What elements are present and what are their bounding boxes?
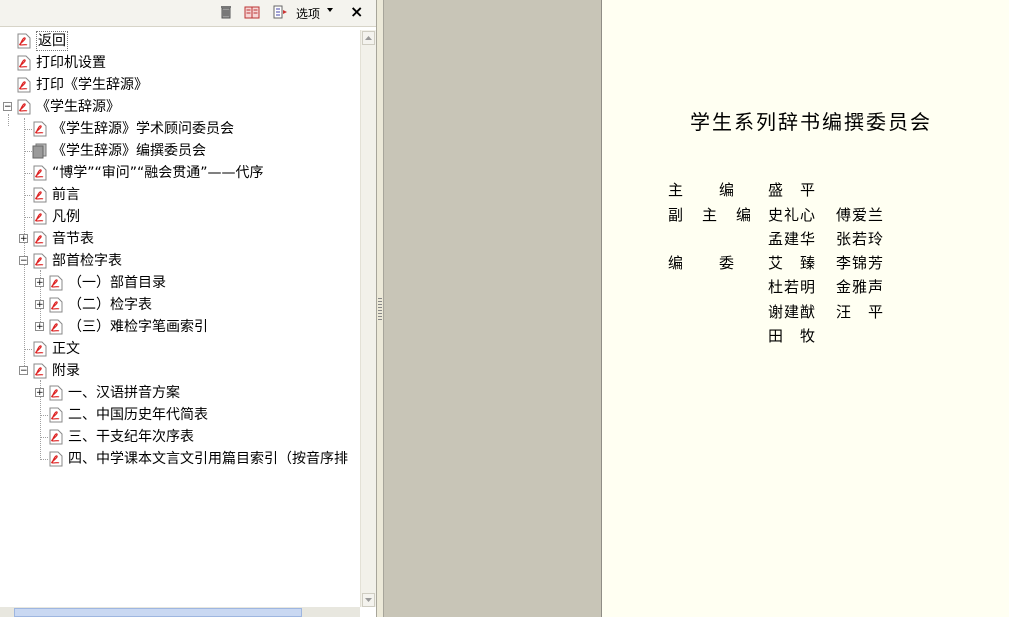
- name-editor-7: 田 牧: [768, 327, 817, 345]
- pdf-bookmark-icon: [16, 55, 32, 71]
- page-title: 学生系列辞书编撰委员会: [690, 110, 932, 134]
- bookmark-label: （一）部首目录: [68, 275, 166, 291]
- panel-splitter[interactable]: [376, 0, 384, 617]
- bookmark-tree: 返回 打印机设置 打印《学生辞源》 − 《学生辞源》 《学生辞源》学术顾问委员会…: [0, 30, 360, 610]
- bookmark-label: 正文: [52, 341, 80, 357]
- pdf-bookmark-icon: [32, 253, 48, 269]
- name-editor-3: 杜若明: [768, 278, 817, 296]
- horizontal-scroll-thumb[interactable]: [14, 608, 302, 617]
- pdf-bookmark-icon: [32, 121, 48, 137]
- vertical-scrollbar[interactable]: [360, 30, 376, 607]
- document-page: 学生系列辞书编撰委员会 主 编 盛 平 副 主 编 史礼心 傅爱兰 孟建华 张若…: [601, 0, 1009, 617]
- role-deputy-editor: 副 主 编: [668, 206, 754, 224]
- splitter-grip[interactable]: [378, 298, 382, 322]
- expand-toggle[interactable]: +: [35, 322, 44, 332]
- pdf-bookmark-icon: [32, 165, 48, 181]
- pdf-bookmark-icon: [16, 77, 32, 93]
- pdf-bookmark-icon: [16, 33, 32, 49]
- expand-toggle[interactable]: +: [35, 300, 44, 310]
- pdf-bookmark-icon: [16, 99, 32, 115]
- name-editor-4: 金雅声: [836, 278, 885, 296]
- bookmark-label: 打印机设置: [36, 55, 106, 71]
- pdf-bookmark-icon: [48, 451, 64, 467]
- pdf-bookmark-icon: [32, 209, 48, 225]
- pdf-bookmark-icon: [32, 187, 48, 203]
- pdf-bookmark-icon: [32, 231, 48, 247]
- expand-toggle[interactable]: +: [35, 388, 44, 398]
- role-editorial-board: 编 委: [668, 254, 737, 272]
- pdf-bookmark-icon: [48, 429, 64, 445]
- horizontal-scrollbar[interactable]: [0, 607, 360, 617]
- bookmark-label: 四、中学课本文言文引用篇目索引（按音序排: [68, 451, 348, 467]
- options-menu-button[interactable]: 选项: [296, 5, 320, 22]
- bookmark-label: “博学”“审问”“融会贯通”——代序: [52, 165, 264, 181]
- bookmark-label: 返回: [36, 31, 68, 51]
- role-chief-editor: 主 编: [668, 181, 737, 199]
- scroll-down-button[interactable]: [362, 593, 375, 607]
- trash-icon[interactable]: [218, 4, 234, 20]
- name-deputy-4: 张若玲: [836, 230, 885, 248]
- bookmark-label: 附录: [52, 363, 80, 379]
- pdf-bookmark-icon: [32, 363, 48, 379]
- expand-toggle[interactable]: +: [35, 278, 44, 288]
- scroll-up-button[interactable]: [362, 31, 375, 45]
- bookmark-label: （二）检字表: [68, 297, 152, 313]
- bookmarks-toolbar: 选项 ×: [0, 0, 376, 27]
- name-editor-6: 汪 平: [836, 303, 885, 321]
- bookmark-label: 三、干支纪年次序表: [68, 429, 194, 445]
- collapse-toggle[interactable]: −: [19, 256, 28, 266]
- collapse-toggle[interactable]: −: [19, 366, 28, 376]
- close-panel-button[interactable]: ×: [350, 2, 363, 22]
- bookmark-label: 《学生辞源》学术顾问委员会: [52, 121, 234, 137]
- name-deputy-1: 史礼心: [768, 206, 817, 224]
- bookmark-options-icon[interactable]: [272, 4, 288, 20]
- pdf-bookmark-icon: [48, 407, 64, 423]
- pdf-bookmark-icon: [48, 319, 64, 335]
- bookmark-label: 一、汉语拼音方案: [68, 385, 180, 401]
- name-deputy-3: 孟建华: [768, 230, 817, 248]
- bookmark-label: （三）难检字笔画索引: [68, 319, 208, 335]
- expand-toggle[interactable]: +: [19, 234, 28, 244]
- bookmarks-panel: 选项 × 返回 打印机设置 打印《学生辞源》 − 《学生辞源》 《学生辞源》学术…: [0, 0, 376, 617]
- bookmark-label: 前言: [52, 187, 80, 203]
- pdf-bookmark-icon: [48, 297, 64, 313]
- book-icon[interactable]: [244, 4, 260, 20]
- bookmark-label: 音节表: [52, 231, 94, 247]
- bookmark-label: 《学生辞源》: [36, 99, 120, 115]
- bookmark-label: 部首检字表: [52, 253, 122, 269]
- pdf-bookmark-icon: [48, 385, 64, 401]
- bookmark-label: 打印《学生辞源》: [36, 77, 148, 93]
- page-bookmark-icon: [32, 143, 48, 159]
- bookmark-label: 《学生辞源》编撰委员会: [52, 143, 206, 159]
- pdf-bookmark-icon: [48, 275, 64, 291]
- name-editor-2: 李锦芳: [836, 254, 885, 272]
- collapse-toggle[interactable]: −: [3, 102, 12, 112]
- bookmark-label: 凡例: [52, 209, 80, 225]
- pdf-bookmark-icon: [32, 341, 48, 357]
- chevron-down-icon[interactable]: [327, 8, 333, 12]
- name-editor-5: 谢建猷: [768, 303, 817, 321]
- document-viewer-background: [384, 0, 601, 617]
- bookmark-label: 二、中国历史年代简表: [68, 407, 208, 423]
- name-editor-1: 艾 臻: [768, 254, 817, 272]
- name-deputy-2: 傅爱兰: [836, 206, 885, 224]
- name-chief-editor: 盛 平: [768, 181, 817, 199]
